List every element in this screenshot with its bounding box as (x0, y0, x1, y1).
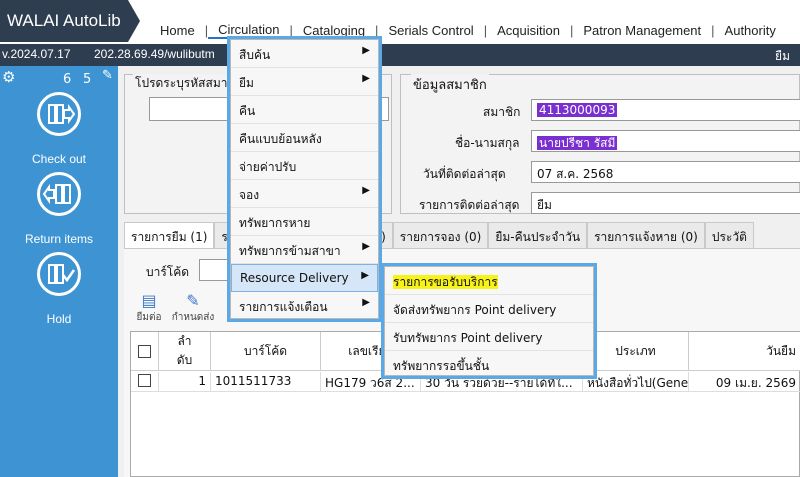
set-due-button[interactable]: ✎ กำหนดส่ง (170, 291, 216, 325)
top-bar: WALAI AutoLib Home | Circulation | Catalog… (0, 0, 800, 44)
pin-icon[interactable]: ✎ (102, 68, 113, 83)
sidebar-header: ⚙ 6 5 ✎ (0, 66, 118, 92)
submenu-arrow-icon: ▶ (362, 241, 370, 252)
mode-label: ยืม (775, 49, 790, 63)
member-id-label: สมาชิก (483, 105, 521, 119)
sidebar-label-hold: Hold (46, 312, 72, 326)
server-address: 202.28.69.49/wulibutm (94, 47, 215, 61)
submenu-arrow-icon: ▶ (362, 45, 370, 56)
menu-item-inter-branch[interactable]: ทรัพยากรข้ามสาขา ▶ (231, 236, 378, 264)
renew-button[interactable]: ▤ ยืมต่อ (134, 291, 164, 325)
submenu-arrow-icon: ▶ (362, 73, 370, 84)
menu-serials-control[interactable]: Serials Control (378, 23, 483, 38)
hold-icon (37, 252, 81, 296)
circulation-menu: สืบค้น ▶ ยืม ▶ คืน คืนแบบย้อนหลัง จ่ายค่าป… (230, 39, 379, 319)
tab-reservations[interactable]: รายการจอง (0) (392, 222, 489, 248)
check-out-icon (37, 92, 81, 136)
tab-loans[interactable]: รายการยืม (1) (124, 222, 215, 248)
menu-item-search[interactable]: สืบค้น ▶ (231, 40, 378, 68)
sidebar-item-return[interactable]: Return items (0, 172, 118, 246)
set-due-label: กำหนดส่ง (171, 312, 215, 323)
member-panel: ข้อมูลสมาชิก สมาชิก 4113000093 ชื่อ-นามส… (400, 74, 800, 214)
submenu-item-awaiting-shelving[interactable]: ทรัพยากรรอขึ้นชั้น (385, 351, 593, 379)
sidebar-label-check-out: Check out (31, 152, 87, 166)
sidebar-item-check-out[interactable]: Check out (0, 92, 118, 166)
menu-patron-management[interactable]: Patron Management (573, 23, 711, 38)
counter-1: 6 (63, 72, 72, 87)
sidebar-label-return: Return items (24, 232, 94, 246)
col-header-date[interactable]: วันยืม (689, 332, 800, 371)
info-bar: v.2024.07.17 202.28.69.49/wulibutm ยืม (0, 44, 800, 66)
menu-acquisition[interactable]: Acquisition (487, 23, 570, 38)
col-header-barcode[interactable]: บาร์โค้ด (211, 332, 321, 371)
menu-cataloging[interactable]: Cataloging (293, 23, 375, 38)
col-header-no[interactable]: ลำ ดับ (159, 332, 211, 371)
menu-item-backdated-return[interactable]: คืนแบบย้อนหลัง (231, 124, 378, 152)
menu-item-resource-delivery[interactable]: Resource Delivery ▶ (231, 264, 378, 292)
version-label: v.2024.07.17 (2, 47, 71, 61)
member-id-field[interactable]: 4113000093 (531, 99, 800, 121)
menu-item-borrow[interactable]: ยืม ▶ (231, 68, 378, 96)
tab-lost[interactable]: รายการแจ้งหาย (0) (587, 222, 705, 248)
row-checkbox-cell[interactable] (131, 372, 159, 392)
col-header-type[interactable]: ประเภท (583, 332, 689, 371)
app-title: WALAI AutoLib (0, 0, 140, 42)
counter-2: 5 (83, 72, 92, 87)
return-icon (37, 172, 81, 216)
menu-home[interactable]: Home (150, 23, 205, 38)
submenu-item-receive-point-delivery[interactable]: รับทรัพยากร Point delivery (385, 323, 593, 351)
menu-circulation[interactable]: Circulation (208, 22, 290, 39)
last-contact-item-field[interactable]: ยืม (531, 192, 800, 214)
main-menu: Home | Circulation | Cataloging | Serials C… (150, 21, 786, 39)
select-all-checkbox-cell[interactable] (131, 332, 159, 371)
menu-item-notifications[interactable]: รายการแจ้งเตือน ▶ (231, 292, 378, 320)
menu-item-pay-fines[interactable]: จ่ายค่าปรับ (231, 152, 378, 180)
sidebar: ⚙ 6 5 ✎ Check out Return items Hold (0, 66, 118, 477)
tab-history[interactable]: ประวัติ (704, 222, 754, 248)
resource-delivery-submenu: รายการขอรับบริการ จัดส่งทรัพยากร Point d… (384, 266, 594, 376)
submenu-arrow-icon: ▶ (362, 185, 370, 196)
menu-item-reserve[interactable]: จอง ▶ (231, 180, 378, 208)
cell-type: หนังสือทั่วไป(Gener... (583, 372, 689, 392)
renew-icon: ▤ (141, 291, 157, 310)
cell-no: 1 (159, 372, 211, 392)
menu-authority[interactable]: Authority (715, 23, 786, 38)
cell-date: 09 เม.ย. 2569 (689, 372, 800, 392)
last-contact-date-field[interactable]: 07 ส.ค. 2568 (531, 161, 800, 183)
member-name-label: ชื่อ-นามสกุล (455, 136, 520, 150)
tab-bar: รายการยืม (1) ร จ่าย ฿(0.00) รายการจอง (… (124, 222, 754, 248)
gear-icon[interactable]: ⚙ (2, 68, 15, 86)
menu-item-lost-items[interactable]: ทรัพยากรหาย (231, 208, 378, 236)
member-name-field[interactable]: นายปรีชา รัสมี (531, 130, 800, 152)
barcode-label: บาร์โค้ด (146, 265, 190, 279)
submenu-item-send-point-delivery[interactable]: จัดส่งทรัพยากร Point delivery (385, 295, 593, 323)
sidebar-item-hold[interactable]: Hold (0, 252, 118, 326)
barcode-panel-title: โปรดระบุรหัสสมา (133, 74, 230, 93)
select-all-checkbox[interactable] (138, 344, 151, 358)
member-id-value: 4113000093 (537, 103, 618, 117)
last-contact-item-label: รายการติดต่อล่าสุด (419, 198, 520, 212)
cell-barcode: 1011511733 (211, 372, 321, 392)
member-panel-title: ข้อมูลสมาชิก (411, 74, 489, 95)
tab-daily[interactable]: ยืม-คืนประจำวัน (488, 222, 588, 248)
submenu-arrow-icon: ▶ (361, 270, 369, 281)
menu-item-return[interactable]: คืน (231, 96, 378, 124)
edit-date-icon: ✎ (186, 291, 200, 310)
renew-label: ยืมต่อ (136, 312, 162, 323)
submenu-arrow-icon: ▶ (362, 297, 370, 308)
submenu-item-service-requests[interactable]: รายการขอรับบริการ (385, 267, 593, 295)
last-contact-date-label: วันที่ติดต่อล่าสุด (423, 167, 506, 181)
row-checkbox[interactable] (138, 374, 151, 387)
member-name-value: นายปรีชา รัสมี (537, 136, 618, 150)
